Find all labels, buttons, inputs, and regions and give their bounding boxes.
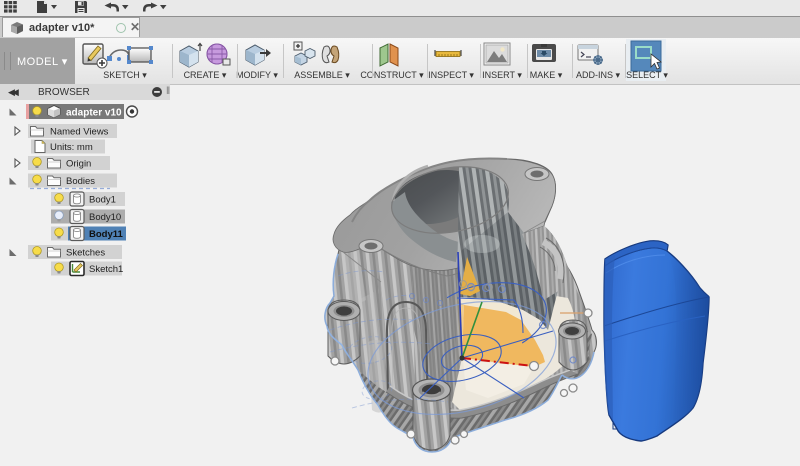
svg-text:Body1: Body1 <box>89 195 116 206</box>
svg-text:Body10: Body10 <box>89 212 121 223</box>
svg-text:Units: mm: Units: mm <box>50 142 93 153</box>
svg-text:Body11: Body11 <box>89 229 124 240</box>
svg-text:Sketches: Sketches <box>66 248 105 259</box>
svg-text:Named Views: Named Views <box>50 127 109 138</box>
svg-text:Bodies: Bodies <box>66 176 95 187</box>
svg-text:adapter v10: adapter v10 <box>66 108 122 119</box>
svg-text:Sketch1: Sketch1 <box>89 264 123 275</box>
svg-text:Origin: Origin <box>66 159 91 170</box>
